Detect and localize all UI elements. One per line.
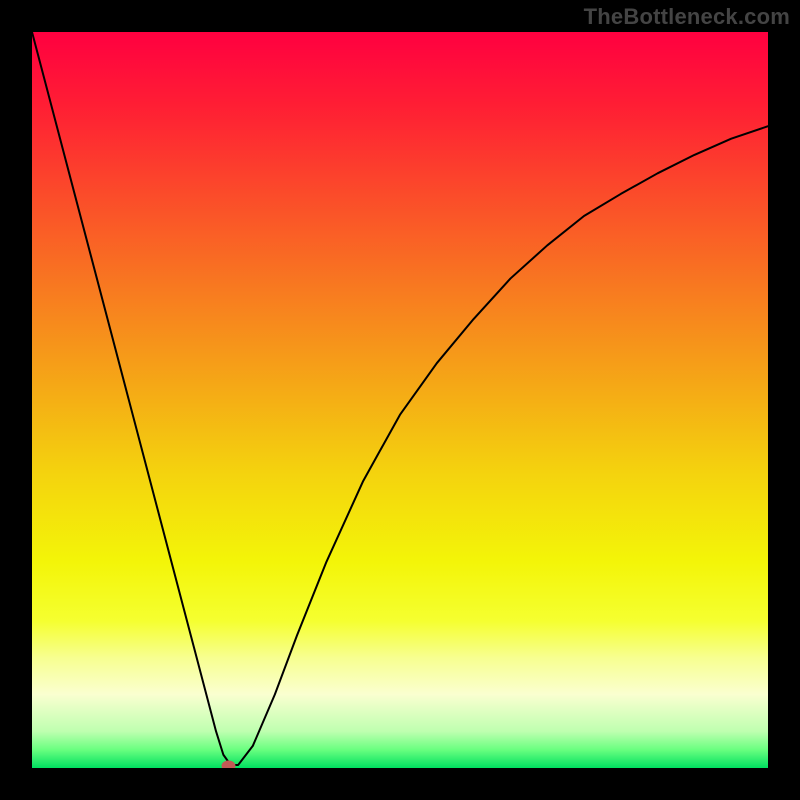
- chart-frame: TheBottleneck.com: [0, 0, 800, 800]
- watermark-text: TheBottleneck.com: [584, 4, 790, 30]
- gradient-background: [32, 32, 768, 768]
- chart-svg: [32, 32, 768, 768]
- plot-area: [32, 32, 768, 768]
